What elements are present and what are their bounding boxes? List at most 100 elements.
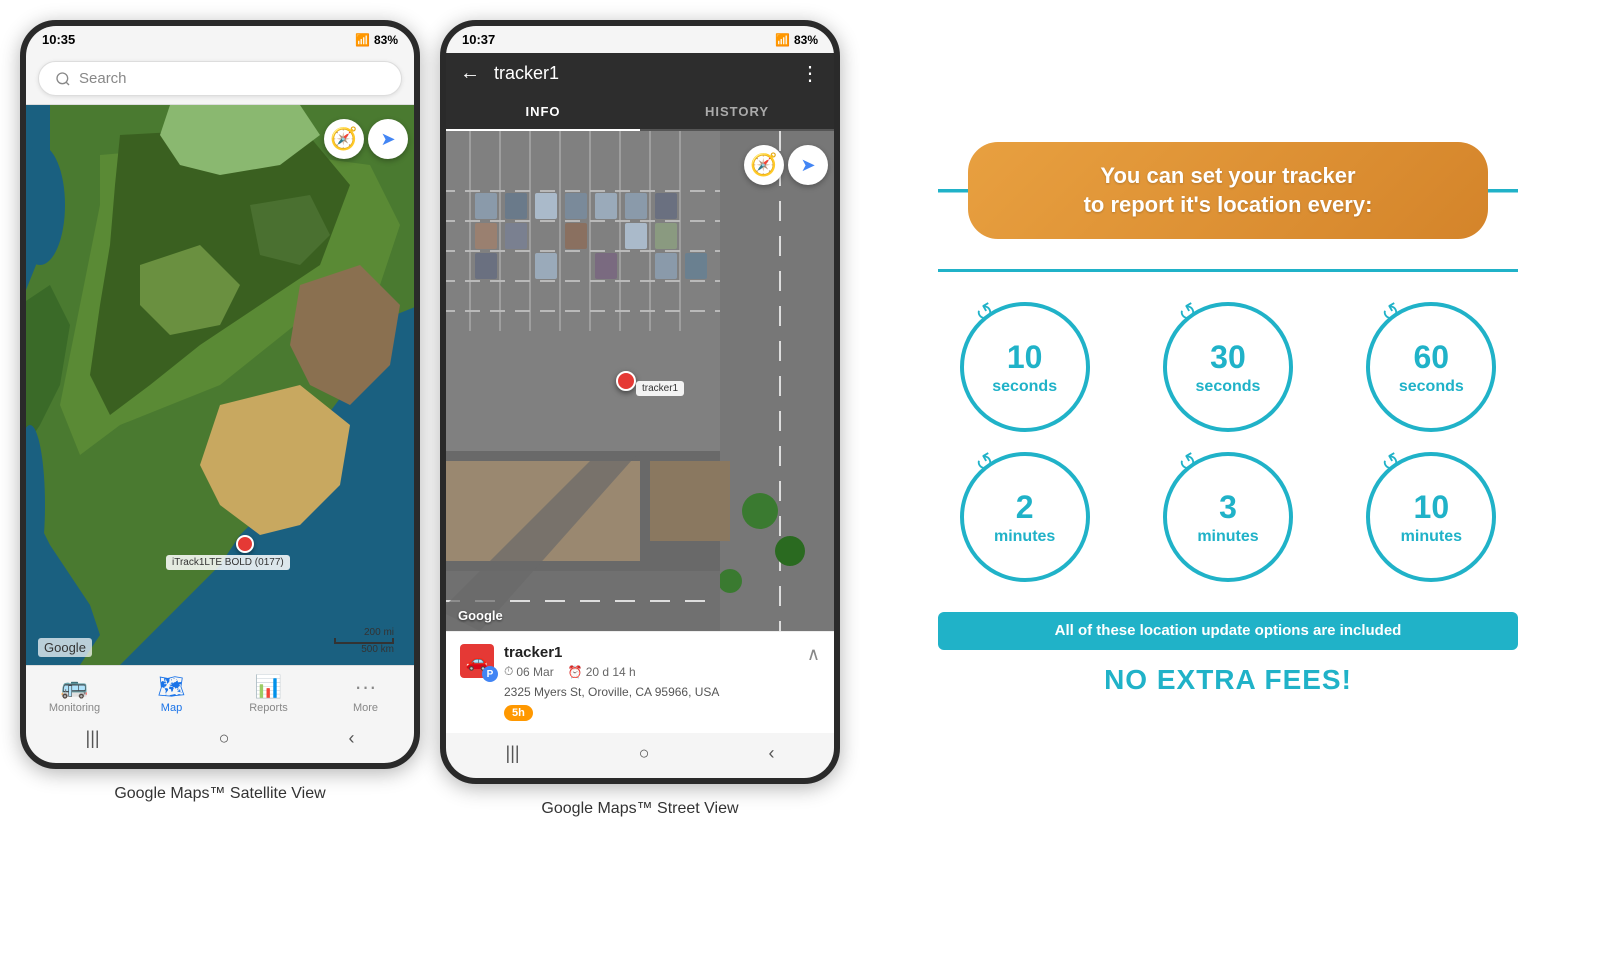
- nav-map[interactable]: 🗺 Map: [137, 674, 207, 714]
- tracker-name: tracker1: [504, 644, 719, 661]
- phone2-status-icons: 📶 83%: [775, 33, 818, 47]
- circle-border-1: ↺ 10 seconds: [960, 302, 1090, 432]
- phone2-map[interactable]: 🧭 ➤ tracker1 Google: [446, 131, 834, 631]
- arrow-icon-6: ↺: [1377, 447, 1406, 479]
- circle-border-6: ↺ 10 minutes: [1366, 452, 1496, 582]
- phone1-search-bar: Search: [26, 53, 414, 105]
- phone2-tabs: INFO HISTORY: [446, 94, 834, 131]
- circle-unit-5: minutes: [1197, 527, 1258, 546]
- tab-info[interactable]: INFO: [446, 94, 640, 131]
- circle-text-2: 30 seconds: [1196, 338, 1261, 396]
- android2-back-icon[interactable]: ‹: [768, 743, 774, 764]
- phone1-marker-label: iTrack1LTE BOLD (0177): [166, 555, 290, 570]
- phone1-scale-bar: 200 mi 500 km: [334, 627, 394, 655]
- phone1-caption: Google Maps™ Satellite View: [114, 785, 325, 803]
- more-icon: ···: [355, 674, 377, 700]
- circle-2-minutes: ↺ 2 minutes: [938, 452, 1111, 582]
- phone1: 10:35 📶 83% Search: [20, 20, 420, 769]
- phone2-google-watermark: Google: [458, 608, 503, 623]
- time-badge: 5h: [504, 705, 533, 721]
- tab-history[interactable]: HISTORY: [640, 94, 834, 129]
- android-home-icon[interactable]: ○: [219, 728, 230, 749]
- phone1-time: 10:35: [42, 32, 75, 47]
- back-arrow-icon[interactable]: ←: [460, 62, 480, 85]
- circle-number-6: 10: [1401, 488, 1462, 526]
- arrow-icon-1: ↺: [970, 297, 999, 329]
- satellite-terrain-svg: [26, 105, 414, 665]
- arrow-icon-4: ↺: [970, 447, 999, 479]
- phone1-battery: 83%: [374, 33, 398, 47]
- tracker-date: 06 Mar: [516, 665, 553, 679]
- tracker-title: tracker1: [494, 63, 786, 84]
- phone2-time: 10:37: [462, 32, 495, 47]
- no-fees-text: NO EXTRA FEES!: [938, 664, 1518, 696]
- phone2-battery: 83%: [794, 33, 818, 47]
- android-recent-icon[interactable]: |||: [86, 728, 100, 749]
- phone1-android-nav: ||| ○ ‹: [26, 718, 414, 763]
- circle-unit-3: seconds: [1399, 377, 1464, 396]
- android2-home-icon[interactable]: ○: [639, 743, 650, 764]
- circle-border-5: ↺ 3 minutes: [1163, 452, 1293, 582]
- circle-text-5: 3 minutes: [1197, 488, 1258, 546]
- circle-unit-6: minutes: [1401, 527, 1462, 546]
- phone1-map[interactable]: 🧭 ➤ iTrack1LTE BOLD (0177) Google 200 mi…: [26, 105, 414, 665]
- circles-grid: ↺ 10 seconds ↺ 30 seconds: [938, 302, 1518, 582]
- circle-number-2: 30: [1196, 338, 1261, 376]
- circle-unit-4: minutes: [994, 527, 1055, 546]
- more-options-icon[interactable]: ⋮: [800, 61, 820, 86]
- circle-unit-1: seconds: [992, 377, 1057, 396]
- phone1-status-icons: 📶 83%: [355, 33, 398, 47]
- phone1-compass-button[interactable]: 🧭: [324, 119, 364, 159]
- reports-icon: 📊: [255, 674, 282, 700]
- nav-monitoring[interactable]: 🚌 Monitoring: [40, 674, 110, 714]
- phone1-search-input-box[interactable]: Search: [38, 61, 402, 96]
- phone1-scale-miles: 200 mi: [364, 627, 394, 638]
- circle-unit-2: seconds: [1196, 377, 1261, 396]
- circle-10-minutes: ↺ 10 minutes: [1345, 452, 1518, 582]
- phone1-bottom-nav: 🚌 Monitoring 🗺 Map 📊 Reports ··· More: [26, 665, 414, 718]
- circle-number-4: 2: [994, 488, 1055, 526]
- android2-recent-icon[interactable]: |||: [506, 743, 520, 764]
- tracker-duration: 20 d 14 h: [586, 665, 636, 679]
- circle-number-3: 60: [1399, 338, 1464, 376]
- phone2-compass-button[interactable]: 🧭: [744, 145, 784, 185]
- infographic-inner: You can set your tracker to report it's …: [938, 142, 1518, 696]
- nav-monitoring-label: Monitoring: [49, 702, 100, 714]
- tracker-icon-box: 🚗 P: [460, 644, 494, 678]
- phone1-google-watermark: Google: [38, 638, 92, 657]
- monitoring-icon: 🚌: [61, 674, 88, 700]
- arrow-icon-2: ↺: [1174, 297, 1203, 329]
- phone2: 10:37 📶 83% ← tracker1 ⋮ INFO HISTORY: [440, 20, 840, 784]
- info-header: 🚗 P tracker1 ⏱ 06 Mar ⏰: [460, 644, 820, 721]
- search-placeholder-text: Search: [79, 70, 127, 87]
- circle-text-3: 60 seconds: [1399, 338, 1464, 396]
- time-icon: ⏰: [568, 665, 583, 679]
- phone2-caption: Google Maps™ Street View: [541, 800, 738, 818]
- circle-number-1: 10: [992, 338, 1057, 376]
- tracker-duration-item: ⏰ 20 d 14 h: [568, 664, 636, 679]
- info-left: 🚗 P tracker1 ⏱ 06 Mar ⏰: [460, 644, 719, 721]
- phone1-status-bar: 10:35 📶 83%: [26, 26, 414, 53]
- infographic-panel: You can set your tracker to report it's …: [860, 20, 1596, 818]
- chevron-up-icon[interactable]: ∧: [807, 644, 820, 665]
- tracker-info: tracker1 ⏱ 06 Mar ⏰ 20 d 14 h: [504, 644, 719, 721]
- circle-text-1: 10 seconds: [992, 338, 1057, 396]
- phone2-signal-icon: 📶: [775, 33, 790, 47]
- phone2-status-bar: 10:37 📶 83%: [446, 26, 834, 53]
- clock-icon: ⏱: [504, 664, 513, 679]
- phone2-location-button[interactable]: ➤: [788, 145, 828, 185]
- nav-map-label: Map: [161, 702, 182, 714]
- android-back-icon[interactable]: ‹: [348, 728, 354, 749]
- parking-badge: P: [482, 666, 498, 682]
- nav-more-label: More: [353, 702, 378, 714]
- circle-30-seconds: ↺ 30 seconds: [1141, 302, 1314, 432]
- nav-reports[interactable]: 📊 Reports: [234, 674, 304, 714]
- bottom-banner: All of these location update options are…: [938, 612, 1518, 650]
- circle-border-3: ↺ 60 seconds: [1366, 302, 1496, 432]
- phone1-location-button[interactable]: ➤: [368, 119, 408, 159]
- tracker-date-item: ⏱ 06 Mar: [504, 664, 554, 679]
- arrow-icon-5: ↺: [1174, 447, 1203, 479]
- tracker-address: 2325 Myers St, Oroville, CA 95966, USA: [504, 685, 719, 699]
- circle-text-4: 2 minutes: [994, 488, 1055, 546]
- nav-more[interactable]: ··· More: [331, 674, 401, 714]
